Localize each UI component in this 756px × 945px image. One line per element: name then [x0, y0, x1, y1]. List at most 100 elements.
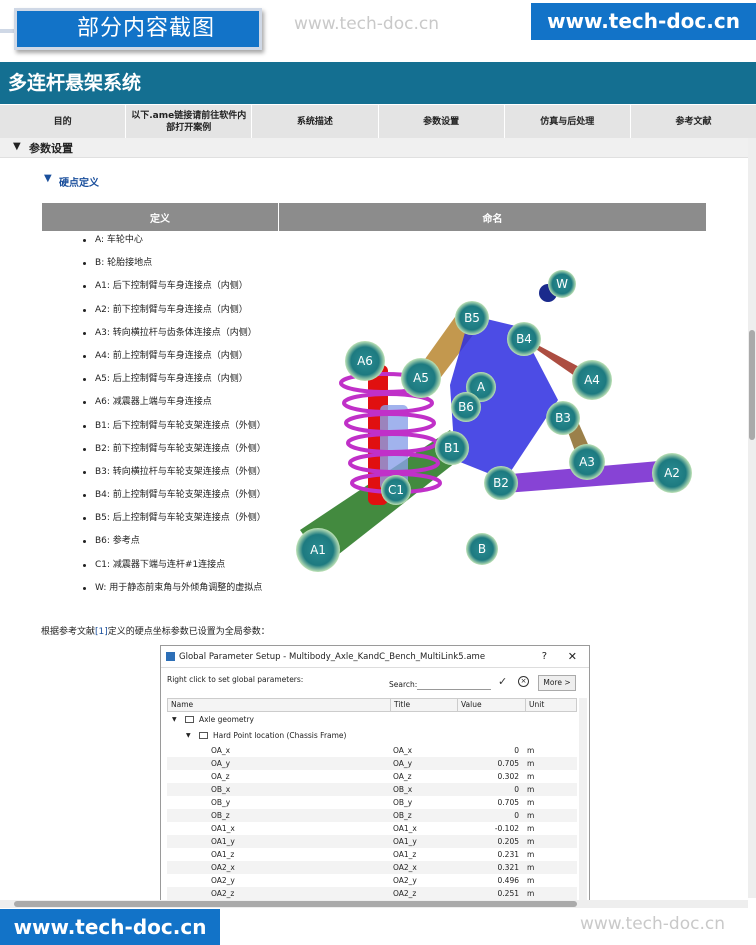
svg-text:B2: B2 [493, 476, 509, 490]
node-a5: A5 [401, 358, 441, 398]
checkmark-icon[interactable]: ✓ [498, 675, 507, 688]
svg-text:B5: B5 [464, 311, 480, 325]
column-unit[interactable]: Unit [526, 699, 576, 711]
close-button[interactable]: ✕ [568, 646, 577, 668]
page-vertical-scroll-thumb[interactable] [749, 330, 755, 440]
table-row[interactable]: OB_z OB_z 0 m [167, 809, 577, 822]
table-row[interactable]: OB_y OB_y 0.705 m [167, 796, 577, 809]
column-name: 命名 [279, 203, 706, 231]
dialog-title: Global Parameter Setup - Multibody_Axle_… [179, 652, 486, 662]
svg-text:B: B [478, 542, 486, 556]
table-row[interactable]: OA1_y OA1_y 0.205 m [167, 835, 577, 848]
list-item: A2: 前下控制臂与车身连接点（内侧） [83, 305, 313, 328]
tree-group-hard-points[interactable]: ▼ Hard Point location (Chassis Frame) [167, 728, 577, 744]
node-a1: A1 [296, 528, 340, 572]
tree-expand-icon[interactable]: ▼ [172, 712, 177, 728]
list-item: W: 用于静态前束角与外倾角调整的虚拟点 [83, 583, 313, 606]
tab-bar: 目的 以下.ame链接请前往软件内部打开案例 系统描述 参数设置 仿真与后处理 … [0, 105, 756, 138]
node-a2: A2 [652, 453, 692, 493]
list-item: A3: 转向横拉杆与齿条体连接点（内侧） [83, 328, 313, 351]
list-item: B4: 前上控制臂与车轮支架连接点（外侧） [83, 490, 313, 513]
svg-text:A4: A4 [584, 373, 600, 387]
column-title[interactable]: Title [391, 699, 458, 711]
svg-text:A3: A3 [579, 455, 595, 469]
table-row[interactable]: OA1_z OA1_z 0.231 m [167, 848, 577, 861]
node-b6: B6 [451, 392, 481, 422]
node-w: W [548, 270, 576, 298]
section-title: 参数设置 [29, 142, 73, 155]
table-row[interactable]: OA2_z OA2_z 0.251 m [167, 887, 577, 900]
column-value[interactable]: Value [458, 699, 526, 711]
hardpoint-list: A: 车轮中心 B: 轮胎接地点 A1: 后下控制臂与车身连接点（内侧） A2:… [83, 235, 313, 606]
list-item: B1: 后下控制臂与车轮支架连接点（外侧） [83, 421, 313, 444]
collapse-triangle-icon: ▼ [44, 173, 52, 184]
list-item: A5: 后上控制臂与车身连接点（内侧） [83, 374, 313, 397]
node-b5: B5 [455, 301, 489, 335]
node-b1: B1 [435, 431, 469, 465]
tab-ame-link[interactable]: 以下.ame链接请前往软件内部打开案例 [126, 105, 253, 138]
tab-purpose[interactable]: 目的 [0, 105, 127, 138]
list-item: B6: 参考点 [83, 536, 313, 559]
search-input[interactable] [417, 678, 491, 690]
table-row[interactable]: OA_z OA_z 0.302 m [167, 770, 577, 783]
node-b4: B4 [507, 322, 541, 356]
table-row[interactable]: OA_y OA_y 0.705 m [167, 757, 577, 770]
dialog-titlebar: Global Parameter Setup - Multibody_Axle_… [161, 646, 589, 668]
table-row[interactable]: OA2_x OA2_x 0.321 m [167, 861, 577, 874]
dialog-hint: Right click to set global parameters: [167, 675, 304, 684]
table-row[interactable]: OA2_y OA2_y 0.496 m [167, 874, 577, 887]
tree-group-axle-geometry[interactable]: ▼ Axle geometry [167, 712, 577, 728]
collapse-triangle-icon: ▼ [13, 141, 21, 152]
help-button[interactable]: ? [542, 646, 547, 668]
parameter-table: Name Title Value Unit ▼ Axle geometry ▼ … [167, 698, 577, 900]
svg-text:A6: A6 [357, 354, 373, 368]
dialog-scrollbar[interactable] [579, 698, 587, 906]
tab-system-description[interactable]: 系统描述 [252, 105, 379, 138]
node-c1: C1 [381, 475, 411, 505]
svg-text:A: A [477, 380, 486, 394]
global-parameter-dialog: Global Parameter Setup - Multibody_Axle_… [160, 645, 590, 907]
svg-text:A1: A1 [310, 543, 326, 557]
node-a3: A3 [569, 444, 605, 480]
svg-text:C1: C1 [388, 483, 404, 497]
svg-text:B4: B4 [516, 332, 532, 346]
screenshot-badge: 部分内容截图 [14, 8, 262, 50]
column-name[interactable]: Name [168, 699, 391, 711]
svg-text:B6: B6 [458, 400, 474, 414]
clear-icon[interactable]: × [518, 676, 529, 687]
folder-icon [185, 716, 194, 723]
brand-link-bottom[interactable]: www.tech-doc.cn [0, 909, 220, 945]
svg-text:A2: A2 [664, 466, 680, 480]
table-header: Name Title Value Unit [167, 698, 577, 712]
list-item: B5: 后上控制臂与车轮支架连接点（外侧） [83, 513, 313, 536]
page-vertical-scrollbar[interactable] [748, 138, 756, 898]
watermark-bottom: www.tech-doc.cn [580, 914, 725, 934]
list-item: C1: 减震器下端与连杆#1连接点 [83, 560, 313, 583]
tab-references[interactable]: 参考文献 [630, 105, 756, 138]
list-item: B3: 转向横拉杆与车轮支架连接点（外侧） [83, 467, 313, 490]
node-b2: B2 [484, 466, 518, 500]
more-button[interactable]: More > [538, 675, 576, 691]
search-label: Search: [389, 680, 418, 689]
reference-link[interactable]: [1] [95, 627, 108, 637]
table-row[interactable]: OA1_x OA1_x -0.102 m [167, 822, 577, 835]
svg-text:W: W [556, 277, 568, 291]
tab-parameter-settings[interactable]: 参数设置 [378, 105, 505, 138]
suspension-diagram: W B5 B4 A6 A5 A4 A B6 B3 B1 A3 A2 B2 C1 … [296, 270, 692, 572]
tree-expand-icon[interactable]: ▼ [186, 728, 191, 744]
section-header[interactable]: ▼ 参数设置 [0, 138, 748, 158]
folder-icon [199, 732, 208, 739]
list-item: B2: 前下控制臂与车轮支架连接点（外侧） [83, 444, 313, 467]
page-title: 多连杆悬架系统 [0, 62, 756, 104]
table-row[interactable]: OA_x OA_x 0 m [167, 744, 577, 757]
tab-simulation[interactable]: 仿真与后处理 [504, 105, 631, 138]
list-item: A1: 后下控制臂与车身连接点（内侧） [83, 281, 313, 304]
column-definition: 定义 [42, 203, 279, 231]
list-item: A6: 减震器上端与车身连接点 [83, 397, 313, 420]
list-item: B: 轮胎接地点 [83, 258, 313, 281]
page-horizontal-scroll-thumb[interactable] [14, 901, 577, 907]
brand-link-top[interactable]: www.tech-doc.cn [531, 3, 756, 40]
table-row[interactable]: OB_x OB_x 0 m [167, 783, 577, 796]
subsection-title: 硬点定义 [59, 178, 99, 189]
list-item: A: 车轮中心 [83, 235, 313, 258]
